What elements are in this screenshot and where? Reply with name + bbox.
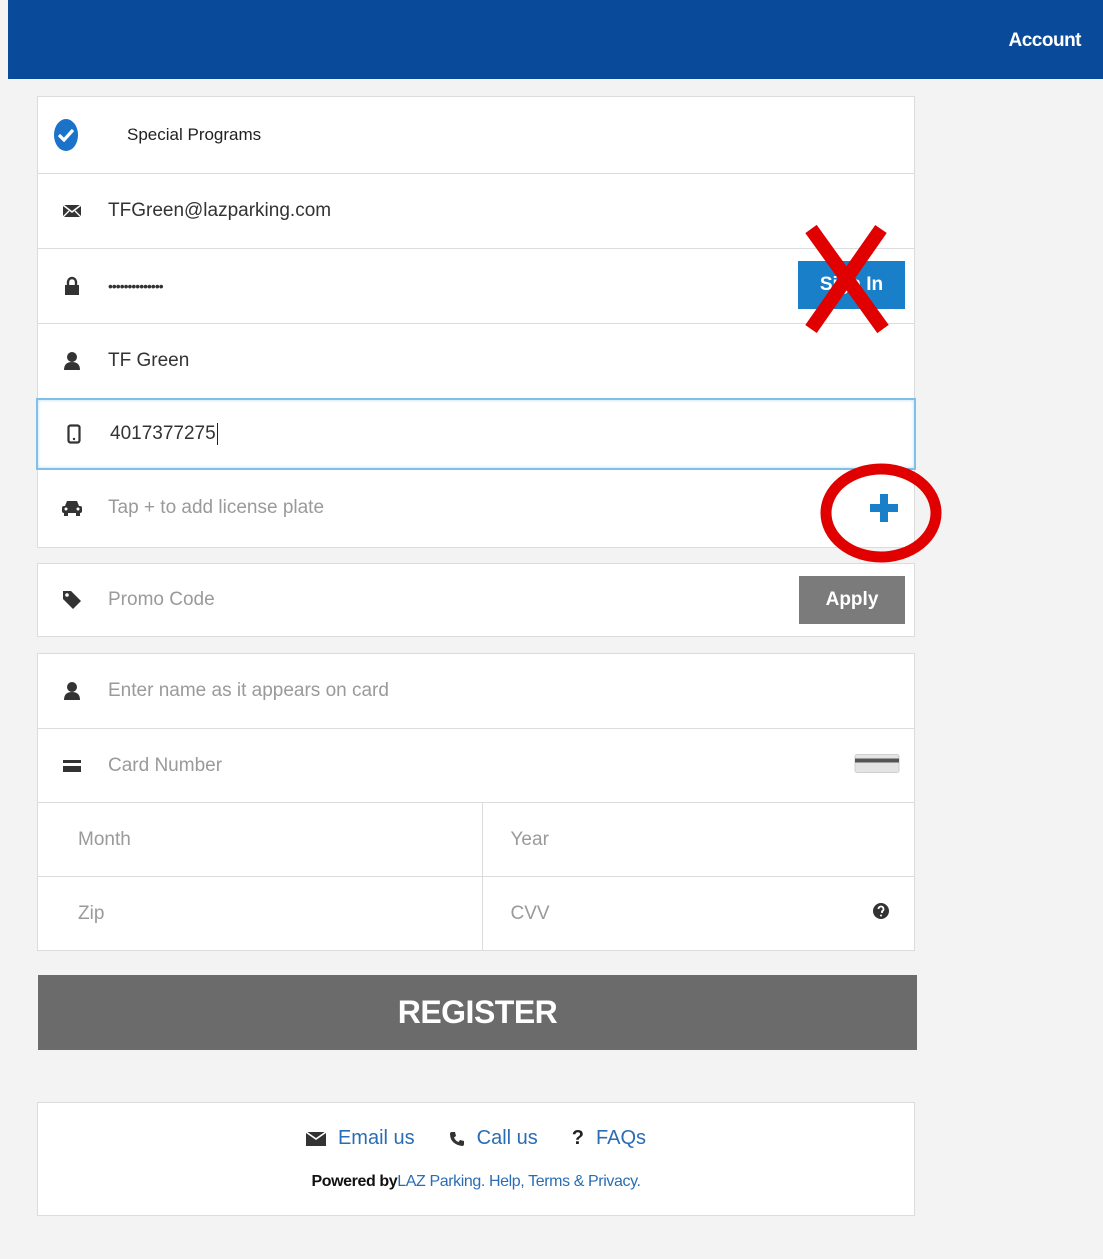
question-icon: ? [571, 1127, 585, 1149]
name-field[interactable]: TF Green [38, 324, 914, 399]
user-icon [60, 679, 84, 703]
email-field[interactable]: TFGreen@lazparking.com [38, 174, 914, 249]
mobile-phone-icon [62, 422, 86, 446]
month-field[interactable]: Month [38, 803, 483, 876]
email-value: TFGreen@lazparking.com [108, 200, 332, 221]
registration-card: Special Programs TFGreen@lazparking.com … [36, 96, 916, 548]
apply-button[interactable]: Apply [799, 576, 905, 624]
laz-parking-link[interactable]: LAZ Parking [397, 1173, 481, 1190]
text-cursor [216, 422, 218, 445]
register-button[interactable]: REGISTER [38, 975, 917, 1050]
card-name-field[interactable]: Enter name as it appears on card [38, 654, 914, 729]
card-number-field[interactable]: Card Number [38, 729, 914, 803]
envelope-icon [60, 199, 84, 223]
promo-code-field[interactable]: Promo Code Apply [38, 564, 914, 636]
license-plate-placeholder: Tap + to add license plate [108, 496, 325, 518]
card-number-placeholder: Card Number [108, 754, 223, 776]
card-name-placeholder: Enter name as it appears on card [108, 680, 389, 701]
promo-code-placeholder: Promo Code [108, 589, 215, 610]
promo-card: Promo Code Apply [37, 563, 915, 637]
special-programs-row[interactable]: Special Programs [38, 97, 914, 174]
password-value: •••••••••••••• [108, 278, 164, 294]
license-plate-row[interactable]: Tap + to add license plate [38, 470, 914, 545]
year-field[interactable]: Year [483, 803, 915, 876]
faqs-link[interactable]: ? FAQs [572, 1127, 646, 1150]
card-brand-icon [854, 752, 900, 779]
check-circle-icon [54, 119, 78, 151]
email-us-label: Email us [337, 1127, 415, 1149]
terms-privacy-link[interactable]: Terms & Privacy [528, 1173, 637, 1190]
call-us-label: Call us [476, 1127, 538, 1149]
car-icon [60, 496, 84, 520]
powered-by-line: Powered byLAZ Parking. Help, Terms & Pri… [38, 1173, 914, 1191]
email-us-link[interactable]: Email us [305, 1127, 415, 1150]
year-placeholder: Year [510, 828, 549, 850]
name-value: TF Green [108, 350, 190, 371]
credit-card-icon [60, 754, 84, 778]
separator-2: , [520, 1173, 525, 1190]
password-field[interactable]: •••••••••••••• Sign In [38, 249, 914, 324]
top-nav-bar: Account [8, 0, 1103, 79]
cvv-placeholder: CVV [510, 903, 550, 924]
phone-icon [449, 1131, 464, 1146]
sign-in-button[interactable]: Sign In [798, 261, 905, 309]
cvv-field[interactable]: CVV [483, 877, 915, 951]
zip-cvv-row: Zip CVV [38, 877, 914, 951]
call-us-link[interactable]: Call us [449, 1127, 538, 1150]
separator-3: . [636, 1173, 641, 1190]
lock-icon [60, 274, 84, 298]
question-circle-icon[interactable] [872, 902, 890, 926]
contact-links: Email us Call us ? FAQs [38, 1127, 914, 1150]
special-programs-label: Special Programs [127, 125, 262, 144]
envelope-icon [305, 1131, 326, 1146]
phone-value: 4017377275 [110, 423, 216, 444]
faqs-label: FAQs [596, 1127, 647, 1149]
separator-1: . [480, 1173, 485, 1190]
month-placeholder: Month [78, 828, 131, 850]
tag-icon [60, 588, 84, 612]
powered-by-label: Powered by [311, 1173, 398, 1190]
account-link[interactable]: Account [1009, 30, 1082, 52]
phone-value-wrap: 4017377275 [110, 422, 218, 445]
plus-icon[interactable] [866, 490, 902, 526]
payment-card: Enter name as it appears on card Card Nu… [37, 653, 915, 951]
help-link[interactable]: Help [489, 1173, 521, 1190]
phone-field[interactable]: 4017377275 [36, 398, 916, 470]
user-icon [60, 349, 84, 373]
expiry-row: Month Year [38, 803, 914, 877]
zip-placeholder: Zip [78, 903, 105, 924]
footer-card: Email us Call us ? FAQs Powered byLAZ Pa… [37, 1102, 915, 1216]
zip-field[interactable]: Zip [38, 877, 483, 951]
